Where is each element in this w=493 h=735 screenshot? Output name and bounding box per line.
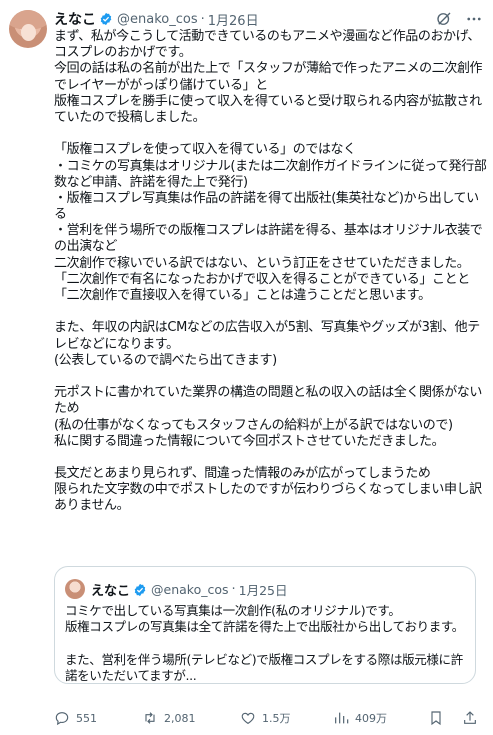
views-chart-icon [335,712,349,724]
heart-icon [241,712,255,724]
text-line: ・コミケの写真集はオリジナル(または二次創作ガイドラインに従って発行部 [54,158,487,174]
quoted-separator-dot: · [231,582,236,597]
text-line [54,450,486,466]
like-count: 1.5万 [262,712,291,725]
text-line: (私の仕事がなくなってもスタッフさんの給料が上がる訳ではないので) [54,417,453,433]
author-handle[interactable]: @enako_cos [117,12,198,27]
text-line: また、営利を伴う場所(テレビなど)で版権コスプレをする際は版元様に許 [65,651,463,667]
text-line: 元ポストに書かれていた業界の構造の問題と私の収入の話は全く関係がない [54,385,483,401]
text-line [65,636,470,652]
text-line [54,369,486,385]
text-line: ていたので投稿しました。 [54,109,206,125]
separator-dot: · [200,11,205,27]
reply-icon [55,712,69,726]
repost-button[interactable]: 2,081 [142,710,196,726]
quoted-author-handle: @enako_cos [151,582,229,597]
text-line: ため [54,401,80,417]
text-line: 「二次創作で有名になったおかげで収入を得ることができている」ことと [54,271,470,287]
text-line: ・営利を伴う場所での版権コスプレは許諾を得る、基本はオリジナル衣装で [54,223,483,239]
text-line: また、年収の内訳はCMなどの広告収入が5割、写真集やグッズが3割、他テ [54,320,480,336]
view-count: 409万 [355,712,387,725]
quoted-verified-badge-icon [134,583,146,596]
grok-icon[interactable] [435,10,453,28]
reply-count: 551 [76,711,97,725]
like-button[interactable]: 1.5万 [240,710,291,726]
verified-badge-icon [100,12,112,26]
quoted-tweet[interactable]: えなこ @enako_cos · 1月25日 コミケで出している写真集は一次創作… [54,566,476,684]
text-line: 二次創作で稼いでいる訳ではない、という訂正をさせていただきました。 [54,255,470,271]
repost-icon [145,712,155,724]
top-actions [435,10,483,28]
text-line: でレイヤーががっぽり儲けている」と [54,77,268,93]
text-line: レビなどになります。 [54,336,179,352]
text-line: 「二次創作で直接収入を得ている」ことは違うことだと思います。 [54,288,431,303]
tweet-header: えなこ @enako_cos · 1月26日 [54,9,259,29]
quoted-author-avatar [65,579,85,599]
text-line: 諾をいただいてますが... [65,668,197,684]
share-button[interactable] [462,710,484,726]
text-line: (公表しているので調べたら出てきます) [54,352,277,368]
quoted-tweet-text: コミケで出している写真集は一次創作(私のオリジナル)です。 版権コスプレの写真集は… [65,603,470,684]
text-line: 今回の話は私の名前が出た上で「スタッフが薄給で作ったアニメの二次創作 [54,61,483,77]
text-line: ありません。 [54,498,130,514]
author-avatar[interactable] [9,10,47,48]
text-line: 版権コスプレの写真集は全て許諾を得た上で出版社から出しております。 [65,619,464,635]
bookmark-icon [431,711,441,726]
author-name[interactable]: えなこ [54,9,96,29]
text-line: 限られた文字数の中でポストしたのですが伝わりづらくなってしまい申し訳 [54,482,482,498]
text-line: ・版権コスプレ写真集は作品の許諾を得て出版社(集英社など)から出してい [54,190,479,206]
text-line [54,304,486,320]
views-button[interactable]: 409万 [333,710,387,726]
bookmark-button[interactable] [428,710,450,726]
quoted-tweet-header: えなこ @enako_cos · 1月25日 [91,580,288,599]
share-icon [464,711,476,724]
text-line: 「版権コスプレを使って収入を得ている」のではなく [54,142,356,158]
text-line: の出演など [54,239,118,255]
text-line: 数など申請、許諾を得た上で発行) [54,174,248,190]
quoted-author-name: えなこ [91,584,131,599]
text-line: コミケで出している写真集は一次創作(私のオリジナル)です。 [65,603,401,618]
action-bar: 551 2,081 1.5万 409万 [54,710,486,730]
text-line: る [54,207,67,223]
more-options-icon[interactable] [465,10,483,28]
repost-count: 2,081 [164,711,196,725]
tweet-text: まず、私が今こうして活動できているのもアニメや漫画など作品のおかげ、 コスプレのお… [54,29,487,515]
tweet: えなこ @enako_cos · 1月26日 まず、私が今こうして活動できている… [0,0,493,735]
text-line [54,126,486,142]
text-line: 私に関する間違った情報について今回ポストさせていただきました。 [54,433,445,449]
post-date[interactable]: 1月26日 [208,10,259,29]
text-line: まず、私が今こうして活動できているのもアニメや漫画など作品のおかげ、 [54,29,480,44]
quoted-post-date: 1月25日 [238,583,288,598]
text-line: 長文だとあまり見られず、間違った情報のみが広がってしまうため [54,466,431,482]
text-line: コスプレのおかげです。 [54,45,192,61]
reply-button[interactable]: 551 [54,710,97,726]
text-line: 版権コスプレを勝手に使って収入を得ていると受け取られる内容が拡散され [54,93,482,109]
